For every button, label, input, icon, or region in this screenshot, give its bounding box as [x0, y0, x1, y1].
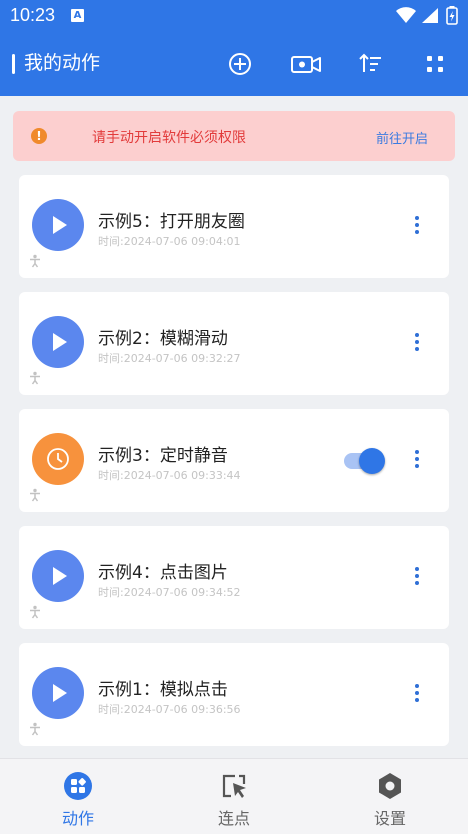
nav-label: 动作 [61, 809, 94, 828]
play-icon [53, 684, 67, 702]
video-camera-icon [291, 56, 321, 73]
page-title: 我的动作 [24, 52, 101, 74]
action-card[interactable]: 示例1：模拟点击 时间:2024-07-06 09:36:56 [19, 643, 449, 746]
enable-toggle[interactable] [344, 448, 386, 474]
more-menu-button[interactable] [410, 450, 424, 472]
nav-label: 设置 [373, 809, 406, 828]
nav-tab-tap[interactable]: 连点 [174, 759, 294, 834]
warning-icon: ! [31, 128, 47, 144]
signal-icon [422, 8, 438, 23]
settings-hex-icon [379, 773, 401, 799]
toggle-knob [359, 448, 385, 474]
bottom-nav: 动作 连点 设置 [0, 758, 468, 834]
fullscreen-icon [427, 56, 443, 72]
fullscreen-button[interactable] [419, 48, 451, 80]
status-icons [396, 6, 460, 26]
action-title: 示例5：打开朋友圈 [98, 212, 245, 232]
action-card[interactable]: 示例5：打开朋友圈 时间:2024-07-06 09:04:01 [19, 175, 449, 278]
add-circle-icon [229, 53, 251, 75]
action-card[interactable]: 示例2：模糊滑动 时间:2024-07-06 09:32:27 [19, 292, 449, 395]
play-icon [53, 567, 67, 585]
cursor-select-icon [222, 774, 246, 798]
action-card[interactable]: 示例3：定时静音 时间:2024-07-06 09:33:44 [19, 409, 449, 512]
action-card[interactable]: 示例4：点击图片 时间:2024-07-06 09:34:52 [19, 526, 449, 629]
record-button[interactable] [289, 48, 323, 80]
title-accent-bar [12, 54, 15, 74]
more-menu-button[interactable] [410, 684, 424, 706]
play-button[interactable] [32, 550, 84, 602]
notification-badge: A [71, 9, 84, 22]
timer-button[interactable] [32, 433, 84, 485]
more-menu-button[interactable] [410, 333, 424, 355]
person-icon [30, 371, 40, 385]
person-icon [30, 605, 40, 619]
person-icon [30, 488, 40, 502]
play-button[interactable] [32, 667, 84, 719]
person-icon [30, 254, 40, 268]
action-time: 时间:2024-07-06 09:34:52 [98, 586, 241, 599]
action-time: 时间:2024-07-06 09:36:56 [98, 703, 241, 716]
add-button[interactable] [224, 48, 256, 80]
more-menu-button[interactable] [410, 216, 424, 238]
action-time: 时间:2024-07-06 09:32:27 [98, 352, 241, 365]
nav-tab-settings[interactable]: 设置 [330, 759, 450, 834]
person-icon [30, 722, 40, 736]
action-time: 时间:2024-07-06 09:04:01 [98, 235, 241, 248]
sort-button[interactable] [355, 48, 387, 80]
play-icon [53, 216, 67, 234]
action-title: 示例2：模糊滑动 [98, 329, 228, 349]
clock-icon [47, 448, 69, 470]
status-bar: 10:23 A [0, 0, 468, 32]
nav-label: 连点 [217, 809, 250, 828]
play-button[interactable] [32, 316, 84, 368]
permission-banner: ! 请手动开启软件必须权限 前往开启 [13, 111, 455, 161]
status-time: 10:23 [10, 5, 56, 25]
action-title: 示例1：模拟点击 [98, 680, 228, 700]
action-title: 示例3：定时静音 [98, 446, 228, 466]
banner-message: 请手动开启软件必须权限 [92, 130, 246, 146]
nav-tab-actions[interactable]: 动作 [18, 759, 138, 834]
action-time: 时间:2024-07-06 09:33:44 [98, 469, 241, 482]
play-icon [53, 333, 67, 351]
actions-grid-icon [64, 772, 92, 800]
battery-icon [446, 6, 458, 25]
sort-icon [359, 53, 381, 72]
action-title: 示例4：点击图片 [98, 563, 228, 583]
wifi-icon [396, 7, 416, 23]
more-menu-button[interactable] [410, 567, 424, 589]
go-enable-link[interactable]: 前往开启 [376, 128, 428, 147]
play-button[interactable] [32, 199, 84, 251]
app-bar: 我的动作 [0, 32, 468, 96]
